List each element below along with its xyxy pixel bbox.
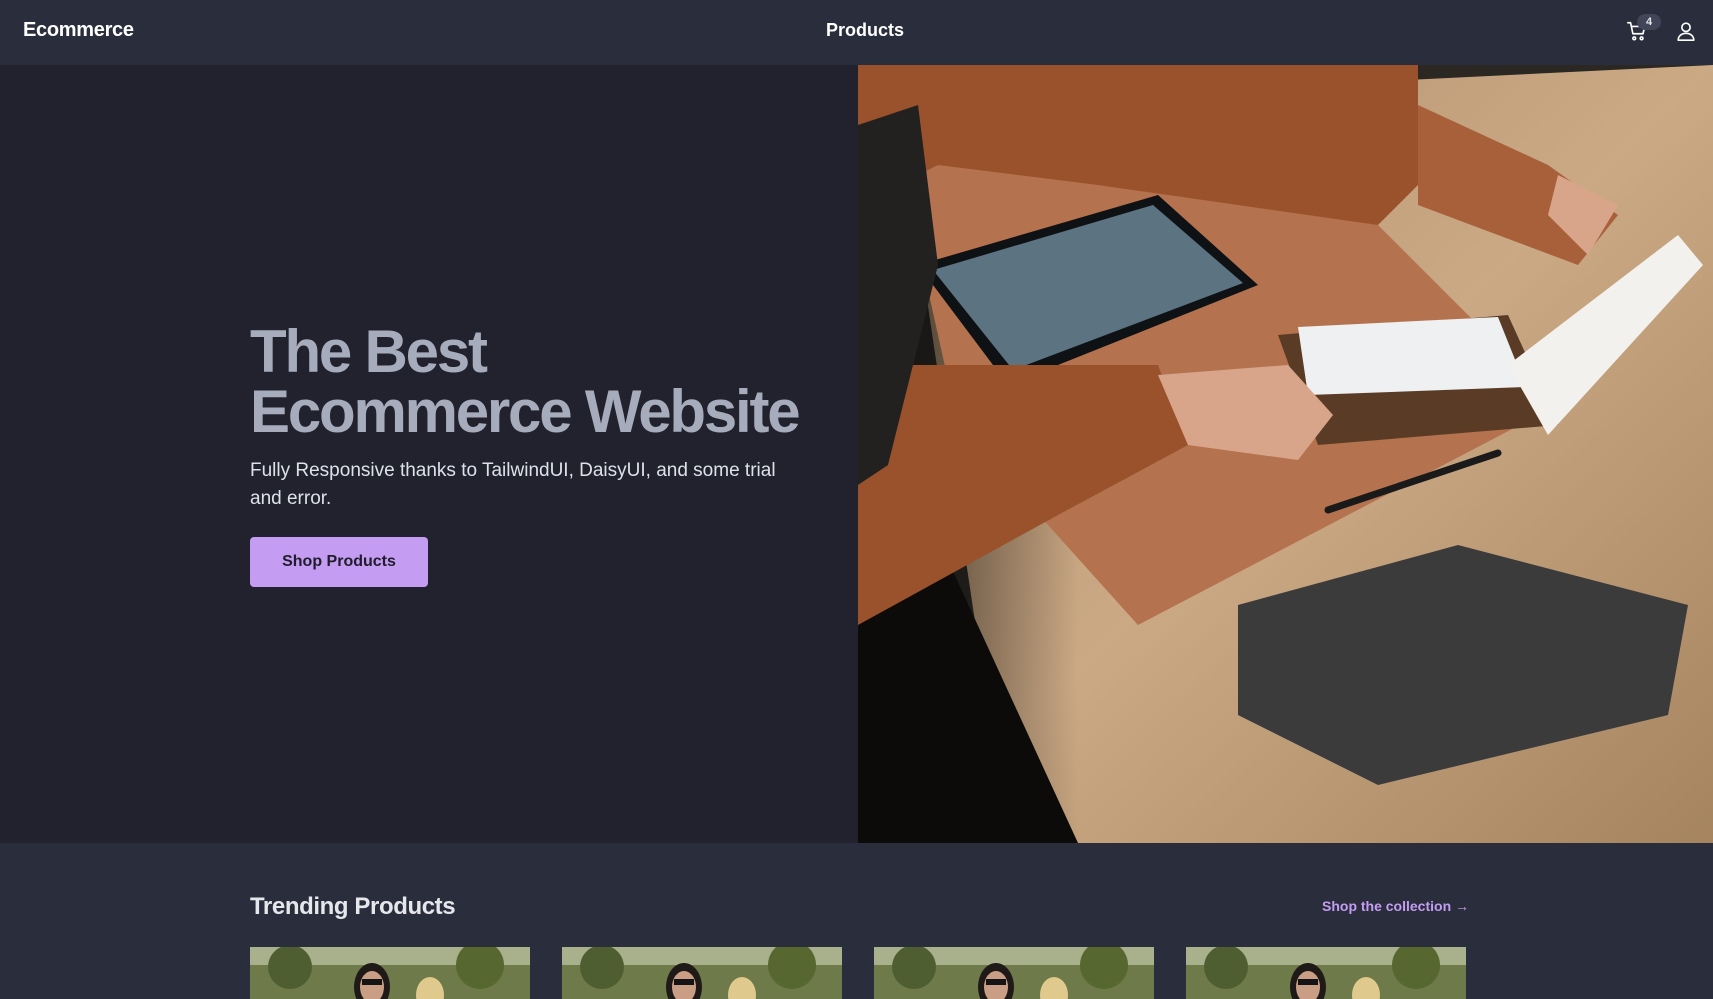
product-image	[1186, 947, 1466, 999]
trending-products-heading: Trending Products	[250, 893, 456, 920]
top-navbar: Ecommerce Products 4	[0, 0, 1713, 65]
hero-section	[0, 65, 858, 843]
product-image	[562, 947, 842, 999]
product-card[interactable]	[874, 947, 1154, 999]
hero-title-line-1: The Best	[250, 318, 488, 385]
cart-button[interactable]: 4	[1626, 14, 1661, 46]
cart-icon	[1626, 21, 1648, 46]
user-icon	[1675, 22, 1697, 46]
cart-count-badge: 4	[1637, 14, 1661, 30]
hero-desk-illustration	[858, 65, 1713, 843]
brand-logo-link[interactable]: Ecommerce	[23, 19, 134, 42]
hero-subtitle: Fully Responsive thanks to TailwindUI, D…	[250, 460, 776, 509]
product-image	[250, 947, 530, 999]
product-image	[874, 947, 1154, 999]
shop-products-button[interactable]: Shop Products	[250, 537, 428, 587]
hero-title-line-2: Ecommerce Website	[250, 378, 801, 445]
hero-title: The Best Ecommerce Website	[250, 322, 850, 442]
product-card[interactable]	[1186, 947, 1466, 999]
hero-image	[858, 65, 1713, 843]
nav-products-link[interactable]: Products	[826, 20, 904, 41]
user-account-button[interactable]	[1675, 20, 1699, 44]
shop-collection-link[interactable]: Shop the collection →	[1322, 898, 1469, 914]
product-card[interactable]	[250, 947, 530, 999]
product-card[interactable]	[562, 947, 842, 999]
